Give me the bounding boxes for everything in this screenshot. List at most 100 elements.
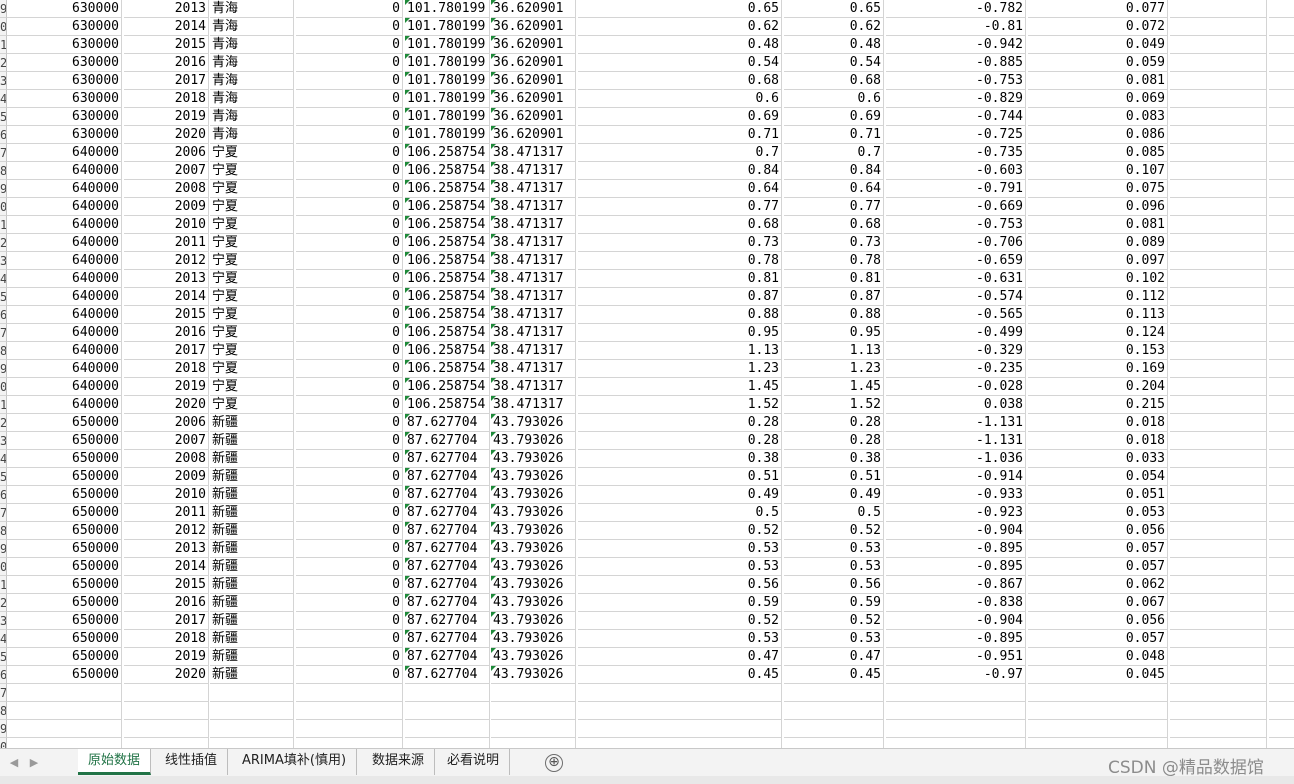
cell-v2[interactable]: 0.53 [784,630,884,648]
cell-prov[interactable]: 新疆 [210,594,294,612]
cell-lon[interactable]: 106.258754 [405,144,490,162]
number-stored-as-text-flag-icon[interactable] [491,288,496,293]
cell-empty[interactable] [1170,450,1267,468]
number-stored-as-text-flag-icon[interactable] [405,180,410,185]
number-stored-as-text-flag-icon[interactable] [491,126,496,131]
scroll-tabs-right-icon[interactable]: ▶ [26,755,42,771]
cell-lat[interactable]: 36.620901 [491,108,576,126]
cell-empty[interactable] [1170,378,1267,396]
cell-v3[interactable]: -0.659 [886,252,1026,270]
number-stored-as-text-flag-icon[interactable] [405,90,410,95]
cell-v4[interactable]: 0.096 [1028,198,1168,216]
cell-code[interactable]: 650000 [7,486,122,504]
cell-empty[interactable] [1269,180,1294,198]
cell-v1[interactable]: 0.78 [578,252,782,270]
cell-empty[interactable] [1269,522,1294,540]
cell-zero[interactable] [296,702,403,720]
cell-year[interactable]: 2009 [124,198,209,216]
cell-v1[interactable]: 0.53 [578,558,782,576]
number-stored-as-text-flag-icon[interactable] [491,540,496,545]
cell-lat[interactable]: 36.620901 [491,72,576,90]
cell-v3[interactable]: 0.038 [886,396,1026,414]
cell-empty[interactable] [1170,468,1267,486]
number-stored-as-text-flag-icon[interactable] [491,468,496,473]
cell-code[interactable]: 650000 [7,648,122,666]
cell-empty[interactable] [1170,612,1267,630]
cell-empty[interactable] [1269,18,1294,36]
number-stored-as-text-flag-icon[interactable] [405,414,410,419]
cell-v4[interactable]: 0.069 [1028,90,1168,108]
cell-prov[interactable]: 宁夏 [210,180,294,198]
row-header[interactable]: 6 [0,306,7,324]
cell-v1[interactable]: 0.53 [578,540,782,558]
number-stored-as-text-flag-icon[interactable] [405,612,410,617]
cell-empty[interactable] [1269,288,1294,306]
cell-year[interactable]: 2017 [124,342,209,360]
cell-code[interactable] [7,702,122,720]
cell-v4[interactable]: 0.018 [1028,432,1168,450]
cell-lat[interactable]: 43.793026 [491,468,576,486]
cell-v1[interactable]: 0.65 [578,0,782,18]
cell-empty[interactable] [1269,468,1294,486]
cell-zero[interactable]: 0 [296,252,403,270]
cell-empty[interactable] [1170,234,1267,252]
cell-zero[interactable]: 0 [296,612,403,630]
cell-code[interactable] [7,684,122,702]
cell-empty[interactable] [1269,108,1294,126]
row-header[interactable]: 9 [0,360,7,378]
cell-lon[interactable] [405,738,490,748]
cell-lat[interactable]: 38.471317 [491,270,576,288]
cell-lat[interactable] [491,702,576,720]
cell-lat[interactable]: 43.793026 [491,576,576,594]
cell-empty[interactable] [1269,126,1294,144]
cell-year[interactable]: 2006 [124,144,209,162]
cell-code[interactable]: 650000 [7,594,122,612]
cell-zero[interactable]: 0 [296,108,403,126]
cell-code[interactable]: 640000 [7,360,122,378]
cell-v3[interactable]: -1.131 [886,432,1026,450]
row-header[interactable]: 7 [0,324,7,342]
number-stored-as-text-flag-icon[interactable] [491,162,496,167]
cell-zero[interactable]: 0 [296,180,403,198]
cell-lat[interactable]: 36.620901 [491,126,576,144]
cell-empty[interactable] [1170,36,1267,54]
row-header[interactable]: 2 [0,414,7,432]
cell-empty[interactable] [1269,378,1294,396]
cell-empty[interactable] [1170,90,1267,108]
cell-lat[interactable]: 43.793026 [491,630,576,648]
number-stored-as-text-flag-icon[interactable] [491,108,496,113]
cell-v1[interactable]: 0.64 [578,180,782,198]
row-header[interactable]: 6 [0,126,7,144]
number-stored-as-text-flag-icon[interactable] [405,288,410,293]
number-stored-as-text-flag-icon[interactable] [491,342,496,347]
cell-year[interactable]: 2013 [124,540,209,558]
cell-prov[interactable]: 新疆 [210,576,294,594]
cell-v4[interactable]: 0.067 [1028,594,1168,612]
cell-v3[interactable]: -0.028 [886,378,1026,396]
cell-zero[interactable]: 0 [296,0,403,18]
cell-v4[interactable]: 0.085 [1028,144,1168,162]
cell-v4[interactable] [1028,702,1168,720]
number-stored-as-text-flag-icon[interactable] [491,576,496,581]
number-stored-as-text-flag-icon[interactable] [491,504,496,509]
cell-v4[interactable]: 0.057 [1028,540,1168,558]
cell-code[interactable]: 640000 [7,342,122,360]
cell-v3[interactable]: -0.942 [886,36,1026,54]
cell-v3[interactable]: -1.036 [886,450,1026,468]
cell-v2[interactable]: 0.68 [784,216,884,234]
cell-v1[interactable]: 0.95 [578,324,782,342]
cell-v1[interactable]: 0.68 [578,72,782,90]
cell-lon[interactable]: 87.627704 [405,630,490,648]
cell-year[interactable]: 2016 [124,594,209,612]
cell-zero[interactable]: 0 [296,90,403,108]
cell-empty[interactable] [1170,720,1267,738]
number-stored-as-text-flag-icon[interactable] [405,432,410,437]
cell-code[interactable]: 630000 [7,108,122,126]
cell-empty[interactable] [1269,90,1294,108]
cell-v4[interactable]: 0.169 [1028,360,1168,378]
cell-v2[interactable]: 0.73 [784,234,884,252]
cell-year[interactable]: 2012 [124,522,209,540]
cell-v4[interactable]: 0.097 [1028,252,1168,270]
cell-v2[interactable]: 0.69 [784,108,884,126]
cell-v3[interactable]: -0.923 [886,504,1026,522]
